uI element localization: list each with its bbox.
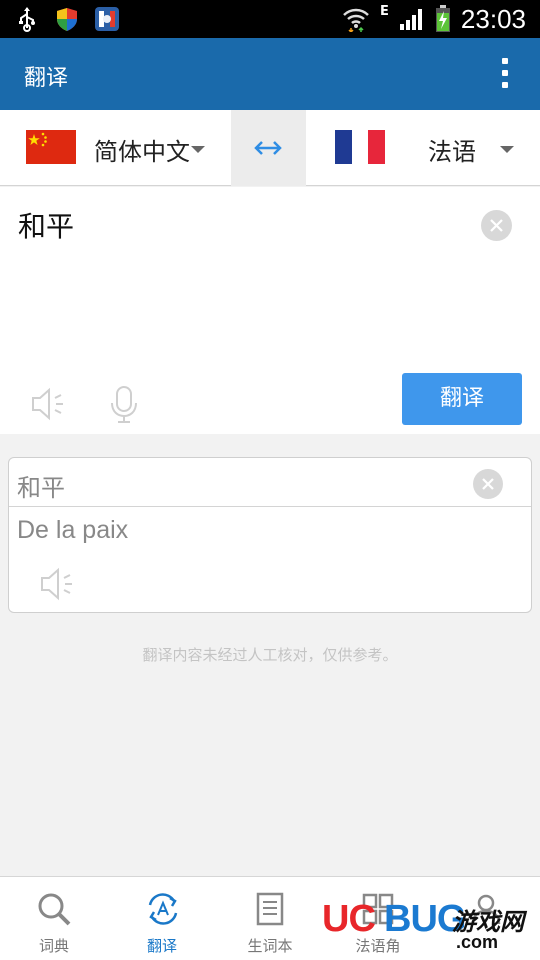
translate-icon xyxy=(148,893,178,925)
nav-item-vocabulary[interactable]: 生词本 xyxy=(216,877,324,960)
watermark-domain: .com xyxy=(456,932,499,952)
source-language-select[interactable]: 简体中文 xyxy=(94,132,190,167)
disclaimer-text: 翻译内容未经过人工核对，仅供参考。 xyxy=(142,646,398,664)
translate-button[interactable]: 翻译 xyxy=(402,373,522,425)
status-left-icons xyxy=(14,6,120,32)
china-flag-icon[interactable] xyxy=(26,130,76,164)
speaker-icon[interactable] xyxy=(39,566,75,602)
translation-result-card: 和平 De la paix xyxy=(8,457,532,613)
watermark-brand-red: UC xyxy=(322,898,376,940)
nav-label: 翻译 xyxy=(146,937,177,955)
result-source-text: 和平 xyxy=(17,474,65,502)
status-right-icons: E 23:03 xyxy=(342,0,526,38)
input-panel: 和平 翻译 xyxy=(0,187,540,434)
usb-icon xyxy=(19,7,35,32)
microphone-icon[interactable] xyxy=(108,385,140,425)
close-icon xyxy=(482,478,494,490)
swap-languages-button[interactable] xyxy=(231,110,306,186)
nav-item-dictionary[interactable]: 词典 xyxy=(0,877,108,960)
status-bar: E 23:03 xyxy=(0,0,540,38)
clear-input-button[interactable] xyxy=(481,210,512,241)
close-icon xyxy=(490,219,503,232)
overflow-menu-icon[interactable] xyxy=(500,58,510,92)
network-type: E xyxy=(380,3,389,19)
search-icon xyxy=(38,893,71,926)
wifi-icon xyxy=(343,8,369,32)
signal-icon xyxy=(399,9,422,30)
battery-charging-icon xyxy=(435,5,450,32)
nav-item-translate[interactable]: 翻译 xyxy=(108,877,216,960)
status-time: 23:03 xyxy=(460,3,526,34)
result-translated-text: De la paix xyxy=(17,516,129,544)
nav-label: 词典 xyxy=(38,937,69,955)
source-text-input[interactable]: 和平 xyxy=(18,205,74,245)
chevron-down-icon[interactable] xyxy=(500,146,514,153)
france-flag-icon[interactable] xyxy=(335,130,386,164)
nav-label: 生词本 xyxy=(247,937,293,955)
clear-result-button[interactable] xyxy=(473,469,503,499)
chevron-down-icon[interactable] xyxy=(191,146,205,153)
language-selector-bar: 简体中文 法语 xyxy=(0,110,540,186)
page-title: 翻译 xyxy=(24,66,69,91)
shield-icon xyxy=(57,8,77,31)
target-language-select[interactable]: 法语 xyxy=(428,132,476,167)
app-notification-icon xyxy=(95,7,119,31)
app-bar: 翻译 xyxy=(0,38,540,110)
watermark-logo: UC BUG 游戏网 .com xyxy=(318,896,534,956)
divider xyxy=(9,506,531,507)
swap-arrows-icon xyxy=(254,141,282,155)
speaker-icon[interactable] xyxy=(30,386,66,422)
notebook-icon xyxy=(256,892,284,926)
